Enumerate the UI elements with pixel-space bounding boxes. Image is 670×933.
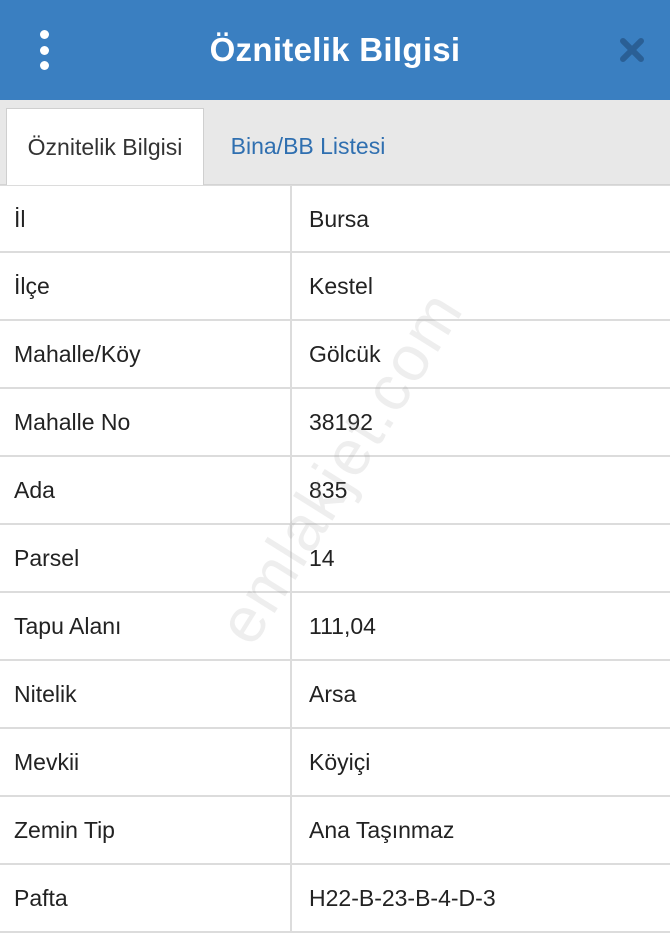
menu-dot (39, 30, 49, 39)
row-value: H22-B-23-B-4-D-3 (309, 885, 496, 911)
row-label: Nitelik (14, 681, 77, 707)
table-row: Mevkii Köyiçi (0, 729, 670, 797)
row-label: Parsel (14, 545, 80, 571)
row-label: Zemin Tip (14, 817, 115, 843)
table-row: Parsel 14 (0, 525, 670, 593)
row-label: İl (14, 206, 26, 232)
row-value: Ana Taşınmaz (309, 817, 455, 843)
close-icon[interactable] (616, 30, 648, 70)
column-divider (290, 525, 292, 591)
row-label: Mahalle No (14, 409, 131, 435)
table-row: İlçe Kestel (0, 253, 670, 321)
column-divider (290, 729, 292, 795)
tab-bar: Öznitelik Bilgisi Bina/BB Listesi (0, 100, 670, 186)
row-value: 38192 (309, 409, 373, 435)
row-label: Pafta (14, 885, 68, 911)
row-label: Mahalle/Köy (14, 341, 141, 367)
row-value: Arsa (309, 681, 357, 707)
column-divider (290, 186, 292, 251)
attribute-table: İl Bursa İlçe Kestel Mahalle/Köy Gölcük … (0, 185, 670, 933)
column-divider (290, 457, 292, 523)
row-value: 835 (309, 477, 348, 503)
column-divider (290, 865, 292, 931)
column-divider (290, 797, 292, 863)
app-header: Öznitelik Bilgisi (0, 0, 670, 100)
table-row: İl Bursa (0, 185, 670, 253)
tab-bina-bb-listesi[interactable]: Bina/BB Listesi (204, 108, 412, 185)
column-divider (290, 593, 292, 659)
column-divider (290, 253, 292, 319)
row-value: Köyiçi (309, 749, 371, 775)
row-label: İlçe (14, 273, 50, 299)
menu-dot (39, 45, 49, 55)
column-divider (290, 661, 292, 727)
row-label: Ada (14, 477, 55, 503)
table-row: Mahalle No 38192 (0, 389, 670, 457)
row-value: Bursa (309, 206, 370, 232)
table-row: Mahalle/Köy Gölcük (0, 321, 670, 389)
table-row: Nitelik Arsa (0, 661, 670, 729)
table-row: Tapu Alanı 111,04 (0, 593, 670, 661)
row-value: Kestel (309, 273, 373, 299)
column-divider (290, 321, 292, 387)
table-row: Zemin Tip Ana Taşınmaz (0, 797, 670, 865)
row-label: Mevkii (14, 749, 80, 775)
table-row: Ada 835 (0, 457, 670, 525)
table-row: Pafta H22-B-23-B-4-D-3 (0, 865, 670, 933)
menu-dot (39, 61, 49, 70)
more-vertical-icon[interactable] (30, 30, 58, 70)
column-divider (290, 389, 292, 455)
row-label: Tapu Alanı (14, 613, 122, 639)
page-title: Öznitelik Bilgisi (209, 31, 461, 68)
row-value: 14 (309, 545, 335, 571)
tab-oznitelik-bilgisi[interactable]: Öznitelik Bilgisi (6, 108, 204, 186)
row-value: Gölcük (309, 341, 381, 367)
row-value: 111,04 (309, 613, 376, 639)
